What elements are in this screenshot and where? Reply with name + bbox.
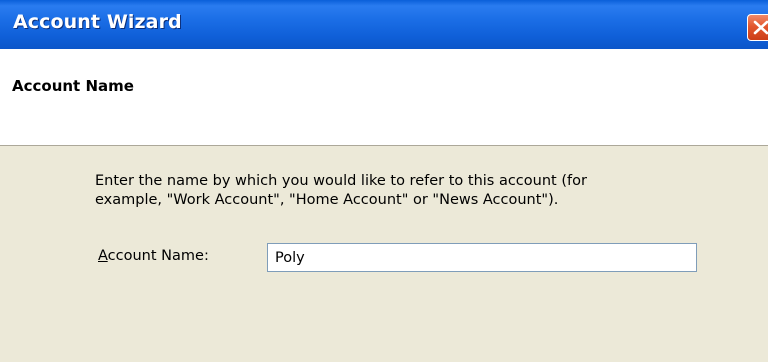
instructions-text: Enter the name by which you would like t… bbox=[95, 172, 695, 210]
account-wizard-window: Account Wizard Account Name Enter the na… bbox=[0, 0, 768, 362]
close-button[interactable] bbox=[747, 14, 768, 41]
instructions-line-1: Enter the name by which you would like t… bbox=[95, 173, 587, 189]
window-title: Account Wizard bbox=[13, 11, 182, 33]
account-name-label-text: ccount Name: bbox=[107, 248, 209, 264]
account-name-input[interactable] bbox=[267, 243, 697, 272]
wizard-header: Account Name bbox=[0, 49, 768, 146]
account-name-label-accelerator: A bbox=[98, 248, 108, 264]
close-icon bbox=[753, 20, 768, 35]
account-name-label: Account Name: bbox=[98, 248, 209, 264]
page-title: Account Name bbox=[12, 77, 134, 95]
title-bar[interactable]: Account Wizard bbox=[0, 0, 768, 49]
instructions-line-2: example, "Work Account", "Home Account" … bbox=[95, 192, 559, 208]
